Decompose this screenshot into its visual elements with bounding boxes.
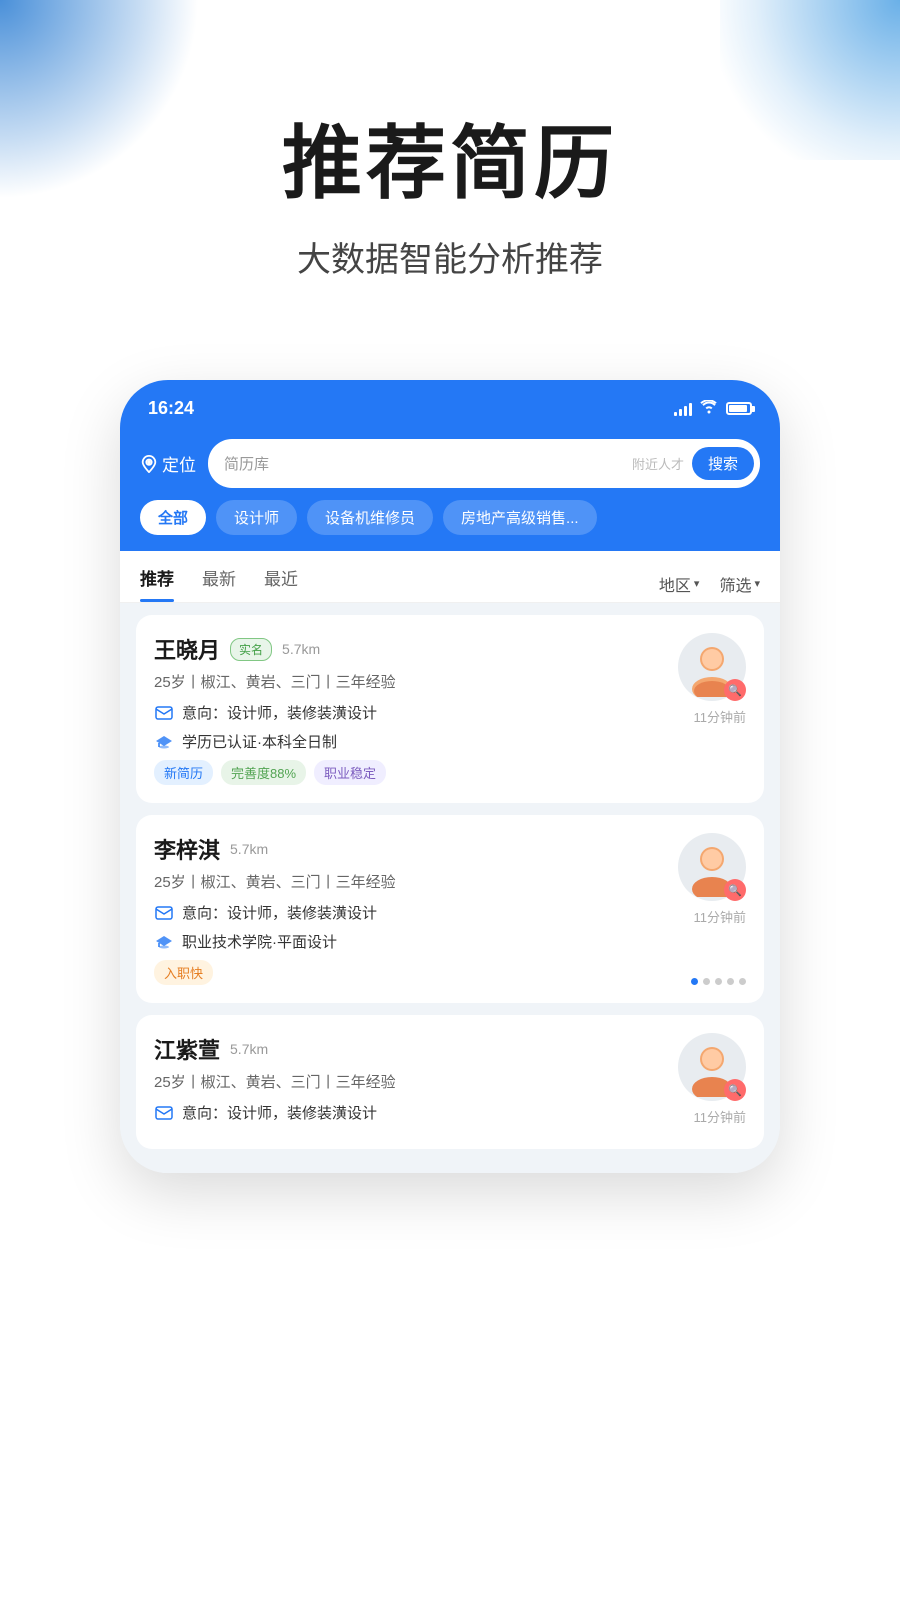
hero-title: 推荐简历 (0, 120, 900, 208)
avatar-badge-1: 🔍 (724, 879, 746, 901)
card-top-1: 李梓淇 5.7km 25岁丨椒江、黄岩、三门丨三年经验 意向：设计师，装修装潢设… (154, 833, 746, 985)
location-label: 定位 (162, 451, 196, 476)
location-button[interactable]: 定位 (140, 451, 196, 476)
candidate-card-0[interactable]: 王晓月 实名 5.7km 25岁丨椒江、黄岩、三门丨三年经验 意向：设计师，装修… (136, 615, 764, 803)
card-left-2: 江紫萱 5.7km 25岁丨椒江、黄岩、三门丨三年经验 意向：设计师，装修装潢设… (154, 1033, 678, 1131)
avatar-wrap-1: 🔍 (678, 833, 746, 901)
hat-icon-1 (154, 934, 174, 950)
card-tags-1: 入职快 (154, 960, 678, 985)
tab-bar: 推荐 最新 最近 地区 ▾ 筛选 ▾ (120, 551, 780, 603)
tab-right-filters: 地区 ▾ 筛选 ▾ (659, 572, 760, 596)
search-bar[interactable]: 简历库 附近人才 搜索 (208, 439, 760, 488)
status-time: 16:24 (148, 398, 194, 419)
card-avatar-col-0: 🔍 11分钟前 (678, 633, 746, 726)
tag-fast-1: 入职快 (154, 960, 213, 985)
card-left-1: 李梓淇 5.7km 25岁丨椒江、黄岩、三门丨三年经验 意向：设计师，装修装潢设… (154, 833, 678, 985)
intention-text-0: 意向：设计师，装修装潢设计 (182, 702, 377, 723)
candidate-name-2: 江紫萱 (154, 1033, 220, 1065)
tag-complete-0: 完善度88% (221, 760, 306, 785)
card-name-row-1: 李梓淇 5.7km (154, 833, 678, 865)
app-header: 定位 简历库 附近人才 搜索 全部 设计师 设备机维修员 房地产高级销售... (120, 429, 780, 551)
distance-2: 5.7km (230, 1041, 268, 1057)
avatar-wrap-0: 🔍 (678, 633, 746, 701)
avatar-wrap-2: 🔍 (678, 1033, 746, 1101)
filter-tag-0[interactable]: 全部 (140, 500, 206, 535)
filter-tags: 全部 设计师 设备机维修员 房地产高级销售... (140, 500, 760, 535)
card-time-0: 11分钟前 (694, 707, 747, 726)
intention-row-2: 意向：设计师，装修装潢设计 (154, 1102, 678, 1123)
search-row: 定位 简历库 附近人才 搜索 (140, 439, 760, 488)
avatar-badge-2: 🔍 (724, 1079, 746, 1101)
hero-subtitle: 大数据智能分析推荐 (0, 232, 900, 281)
phone-mockup: 16:24 (120, 380, 780, 1173)
signal-icon (674, 402, 692, 416)
tab-latest[interactable]: 最新 (202, 565, 236, 602)
card-info-0: 25岁丨椒江、黄岩、三门丨三年经验 (154, 671, 678, 692)
candidate-name-1: 李梓淇 (154, 833, 220, 865)
intention-text-2: 意向：设计师，装修装潢设计 (182, 1102, 377, 1123)
candidate-card-1[interactable]: 李梓淇 5.7km 25岁丨椒江、黄岩、三门丨三年经验 意向：设计师，装修装潢设… (136, 815, 764, 1003)
envelope-icon-2 (154, 1105, 174, 1121)
filter-region[interactable]: 地区 ▾ (659, 572, 700, 596)
envelope-icon-0 (154, 705, 174, 721)
filter-tag-2[interactable]: 设备机维修员 (307, 500, 433, 535)
filter-tag-3[interactable]: 房地产高级销售... (443, 500, 597, 535)
card-info-2: 25岁丨椒江、黄岩、三门丨三年经验 (154, 1071, 678, 1092)
avatar-badge-0: 🔍 (724, 679, 746, 701)
wifi-icon (700, 400, 718, 418)
card-top-0: 王晓月 实名 5.7km 25岁丨椒江、黄岩、三门丨三年经验 意向：设计师，装修… (154, 633, 746, 785)
verified-badge-0: 实名 (230, 638, 272, 661)
tab-recent[interactable]: 最近 (264, 565, 298, 602)
search-button[interactable]: 搜索 (692, 447, 754, 480)
card-left-0: 王晓月 实名 5.7km 25岁丨椒江、黄岩、三门丨三年经验 意向：设计师，装修… (154, 633, 678, 785)
search-sub: 附近人才 (632, 454, 684, 473)
location-icon (140, 455, 158, 473)
distance-1: 5.7km (230, 841, 268, 857)
pagination-dots-1 (691, 978, 746, 985)
card-name-row-0: 王晓月 实名 5.7km (154, 633, 678, 665)
card-avatar-col-2: 🔍 11分钟前 (678, 1033, 746, 1126)
intention-row-1: 意向：设计师，装修装潢设计 (154, 902, 678, 923)
card-time-1: 11分钟前 (694, 907, 747, 926)
card-name-row-2: 江紫萱 5.7km (154, 1033, 678, 1065)
hat-icon-0 (154, 734, 174, 750)
search-placeholder: 简历库 (224, 453, 620, 474)
status-icons (674, 400, 752, 418)
card-info-1: 25岁丨椒江、黄岩、三门丨三年经验 (154, 871, 678, 892)
intention-row-0: 意向：设计师，装修装潢设计 (154, 702, 678, 723)
tag-stable-0: 职业稳定 (314, 760, 386, 785)
status-bar: 16:24 (120, 380, 780, 429)
battery-icon (726, 402, 752, 415)
hero-section: 推荐简历 大数据智能分析推荐 (0, 0, 900, 281)
filter-tag-1[interactable]: 设计师 (216, 500, 297, 535)
candidate-card-2[interactable]: 江紫萱 5.7km 25岁丨椒江、黄岩、三门丨三年经验 意向：设计师，装修装潢设… (136, 1015, 764, 1149)
tab-recommend[interactable]: 推荐 (140, 565, 174, 602)
candidate-name-0: 王晓月 (154, 633, 220, 665)
card-tags-0: 新简历 完善度88% 职业稳定 (154, 760, 678, 785)
intention-text-1: 意向：设计师，装修装潢设计 (182, 902, 377, 923)
filter-screen[interactable]: 筛选 ▾ (719, 572, 760, 596)
education-row-0: 学历已认证·本科全日制 (154, 731, 678, 752)
card-top-2: 江紫萱 5.7km 25岁丨椒江、黄岩、三门丨三年经验 意向：设计师，装修装潢设… (154, 1033, 746, 1131)
card-time-2: 11分钟前 (694, 1107, 747, 1126)
education-text-1: 职业技术学院·平面设计 (182, 931, 337, 952)
envelope-icon-1 (154, 905, 174, 921)
distance-0: 5.7km (282, 641, 320, 657)
tag-new-0: 新简历 (154, 760, 213, 785)
cards-area: 王晓月 实名 5.7km 25岁丨椒江、黄岩、三门丨三年经验 意向：设计师，装修… (120, 603, 780, 1173)
education-row-1: 职业技术学院·平面设计 (154, 931, 678, 952)
card-avatar-col-1: 🔍 11分钟前 (678, 833, 746, 926)
education-text-0: 学历已认证·本科全日制 (182, 731, 337, 752)
